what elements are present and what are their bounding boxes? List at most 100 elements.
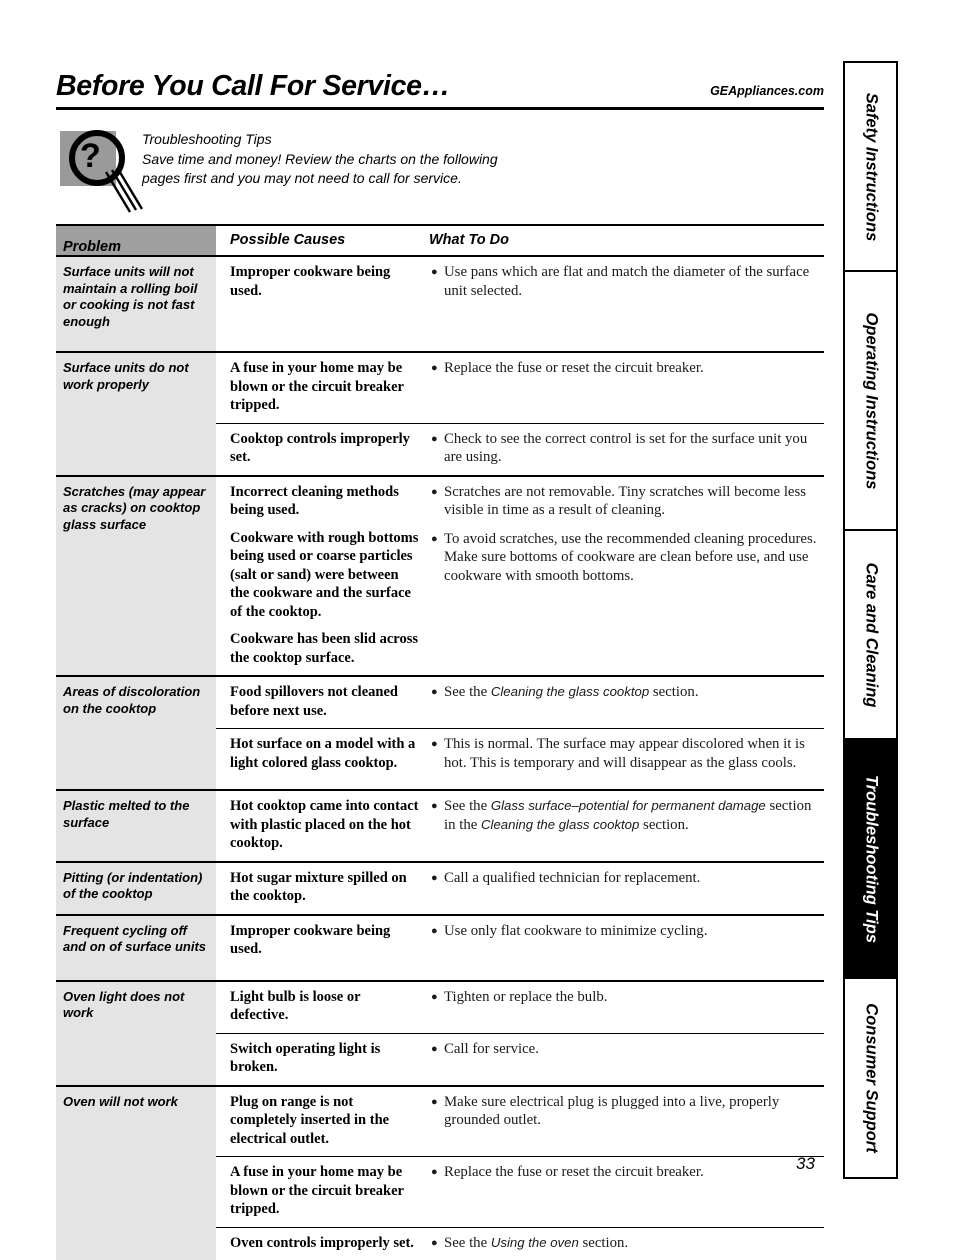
what-to-do-item: ●Use only flat cookware to minimize cycl…	[429, 922, 820, 941]
tip-line-2: Save time and money! Review the charts o…	[142, 150, 498, 170]
what-to-do-cell: ●Call for service.	[427, 1040, 824, 1077]
possible-causes-cell: Cooktop controls improperly set.	[216, 430, 427, 467]
problem-text: Oven will not work	[63, 1094, 206, 1111]
possible-causes-cell: Plug on range is not completely inserted…	[216, 1093, 427, 1149]
site-url: GEAppliances.com	[710, 84, 824, 101]
table-header-row: Problem Possible Causes What To Do	[56, 226, 824, 255]
cause-text: A fuse in your home may be blown or the …	[230, 359, 421, 415]
sub-row: Cooktop controls improperly set.●Check t…	[216, 423, 824, 475]
what-to-do-item: ●Replace the fuse or reset the circuit b…	[429, 359, 820, 378]
bullet-icon: ●	[429, 530, 444, 586]
cause-text: Switch operating light is broken.	[230, 1040, 421, 1077]
problem-text: Surface units do not work properly	[63, 360, 206, 393]
what-to-do-cell: ●See the Glass surface–potential for per…	[427, 797, 824, 853]
troubleshooting-table: Problem Possible Causes What To Do Surfa…	[56, 224, 824, 1260]
bullet-icon: ●	[429, 869, 444, 888]
sidebar-tab-troubleshooting-tips[interactable]: Troubleshooting Tips	[843, 738, 898, 979]
what-to-do-cell: ●Use pans which are flat and match the d…	[427, 263, 824, 300]
what-to-do-text: See the Glass surface–potential for perm…	[444, 797, 820, 834]
cause-text: Food spillovers not cleaned before next …	[230, 683, 421, 720]
sidebar-tab-operating-instructions[interactable]: Operating Instructions	[843, 270, 898, 531]
what-to-do-cell: ●Check to see the correct control is set…	[427, 430, 824, 467]
bullet-icon: ●	[429, 1234, 444, 1253]
bullet-icon: ●	[429, 1163, 444, 1182]
what-to-do-cell: ●Replace the fuse or reset the circuit b…	[427, 1163, 824, 1219]
magnifier-question-icon: ?	[56, 128, 134, 208]
table-row: Areas of discoloration on the cooktop Foo…	[56, 677, 824, 789]
cause-text: Plug on range is not completely inserted…	[230, 1093, 421, 1149]
possible-causes-cell: A fuse in your home may be blown or the …	[216, 1163, 427, 1219]
possible-causes-cell: A fuse in your home may be blown or the …	[216, 359, 427, 415]
bullet-icon: ●	[429, 797, 444, 834]
what-to-do-cell: ●Call a qualified technician for replace…	[427, 869, 824, 906]
problem-text: Plastic melted to the surface	[63, 798, 206, 831]
cause-text: Hot surface on a model with a light colo…	[230, 735, 421, 772]
sidebar-tab-consumer-support[interactable]: Consumer Support	[843, 977, 898, 1179]
sidebar-tab-care-and-cleaning[interactable]: Care and Cleaning	[843, 529, 898, 740]
problem-cell: Pitting (or indentation) of the cooktop	[56, 863, 216, 914]
sidebar-tab-label: Consumer Support	[861, 1003, 880, 1152]
what-to-do-item: ●Tighten or replace the bulb.	[429, 988, 820, 1007]
what-to-do-cell: ●See the Using the oven section.	[427, 1234, 824, 1253]
what-to-do-cell: ●Make sure electrical plug is plugged in…	[427, 1093, 824, 1149]
sidebar-tab-safety-instructions[interactable]: Safety Instructions	[843, 61, 898, 272]
what-to-do-cell: ●Tighten or replace the bulb.	[427, 988, 824, 1025]
what-to-do-item: ●Scratches are not removable. Tiny scrat…	[429, 483, 820, 520]
what-to-do-text: Check to see the correct control is set …	[444, 430, 820, 467]
what-to-do-item: ●See the Glass surface–potential for per…	[429, 797, 820, 834]
what-to-do-item: ●Make sure electrical plug is plugged in…	[429, 1093, 820, 1130]
problem-cell: Surface units do not work properly	[56, 353, 216, 475]
bullet-icon: ●	[429, 1093, 444, 1130]
bullet-icon: ●	[429, 359, 444, 378]
what-to-do-item: ●Use pans which are flat and match the d…	[429, 263, 820, 300]
problem-text: Scratches (may appear as cracks) on cook…	[63, 484, 206, 534]
cause-text: Oven controls improperly set.	[230, 1234, 421, 1253]
problem-cell: Scratches (may appear as cracks) on cook…	[56, 477, 216, 676]
possible-causes-cell: Food spillovers not cleaned before next …	[216, 683, 427, 720]
sub-row: A fuse in your home may be blown or the …	[216, 353, 824, 423]
what-to-do-text: See the Using the oven section.	[444, 1234, 820, 1253]
tip-text-block: Troubleshooting Tips Save time and money…	[134, 128, 498, 189]
what-to-do-text: Use only flat cookware to minimize cycli…	[444, 922, 820, 941]
bullet-icon: ●	[429, 988, 444, 1007]
sidebar-tab-label: Safety Instructions	[861, 92, 880, 241]
sidebar-tab-label: Care and Cleaning	[861, 562, 880, 707]
possible-causes-cell: Improper cookware being used.	[216, 263, 427, 300]
section-reference: Glass surface–potential for permanent da…	[491, 798, 766, 813]
bullet-icon: ●	[429, 683, 444, 702]
page-header: Before You Call For Service… GEAppliance…	[56, 72, 824, 110]
document-page: Before You Call For Service… GEAppliance…	[0, 0, 954, 1235]
problem-cell: Frequent cycling off and on of surface u…	[56, 916, 216, 980]
problem-text: Frequent cycling off and on of surface u…	[63, 923, 206, 956]
what-to-do-cell: ●See the Cleaning the glass cooktop sect…	[427, 683, 824, 720]
table-row: Surface units will not maintain a rollin…	[56, 257, 824, 351]
problem-cell: Plastic melted to the surface	[56, 791, 216, 861]
what-to-do-item: ●Call for service.	[429, 1040, 820, 1059]
cause-text: Hot cooktop came into contact with plast…	[230, 797, 421, 853]
what-to-do-text: Use pans which are flat and match the di…	[444, 263, 820, 300]
what-to-do-text: See the Cleaning the glass cooktop secti…	[444, 683, 820, 702]
sub-row: Incorrect cleaning methods being used.Co…	[216, 477, 824, 676]
sub-row: Hot sugar mixture spilled on the cooktop…	[216, 863, 824, 914]
problem-text: Pitting (or indentation) of the cooktop	[63, 870, 206, 903]
table-row: Surface units do not work properly A fuse…	[56, 353, 824, 475]
problem-cell: Oven light does not work	[56, 982, 216, 1085]
sub-row: Food spillovers not cleaned before next …	[216, 677, 824, 728]
what-to-do-item: ●Check to see the correct control is set…	[429, 430, 820, 467]
possible-causes-cell: Hot cooktop came into contact with plast…	[216, 797, 427, 853]
problem-text: Oven light does not work	[63, 989, 206, 1022]
what-to-do-item: ●This is normal. The surface may appear …	[429, 735, 820, 772]
section-reference: Cleaning the glass cooktop	[481, 817, 639, 832]
what-to-do-text: Replace the fuse or reset the circuit br…	[444, 359, 820, 378]
table-row: Plastic melted to the surface Hot cooktop…	[56, 791, 824, 861]
problem-cell: Areas of discoloration on the cooktop	[56, 677, 216, 789]
bullet-icon: ●	[429, 735, 444, 772]
section-reference: Using the oven	[491, 1235, 579, 1250]
what-to-do-item: ●Replace the fuse or reset the circuit b…	[429, 1163, 820, 1182]
possible-causes-cell: Improper cookware being used.	[216, 922, 427, 959]
table-row: Frequent cycling off and on of surface u…	[56, 916, 824, 980]
cause-text: Cooktop controls improperly set.	[230, 430, 421, 467]
what-to-do-text: Replace the fuse or reset the circuit br…	[444, 1163, 820, 1182]
troubleshooting-tip-banner: ? Troubleshooting Tips Save time and mon…	[56, 128, 824, 208]
bullet-icon: ●	[429, 1040, 444, 1059]
